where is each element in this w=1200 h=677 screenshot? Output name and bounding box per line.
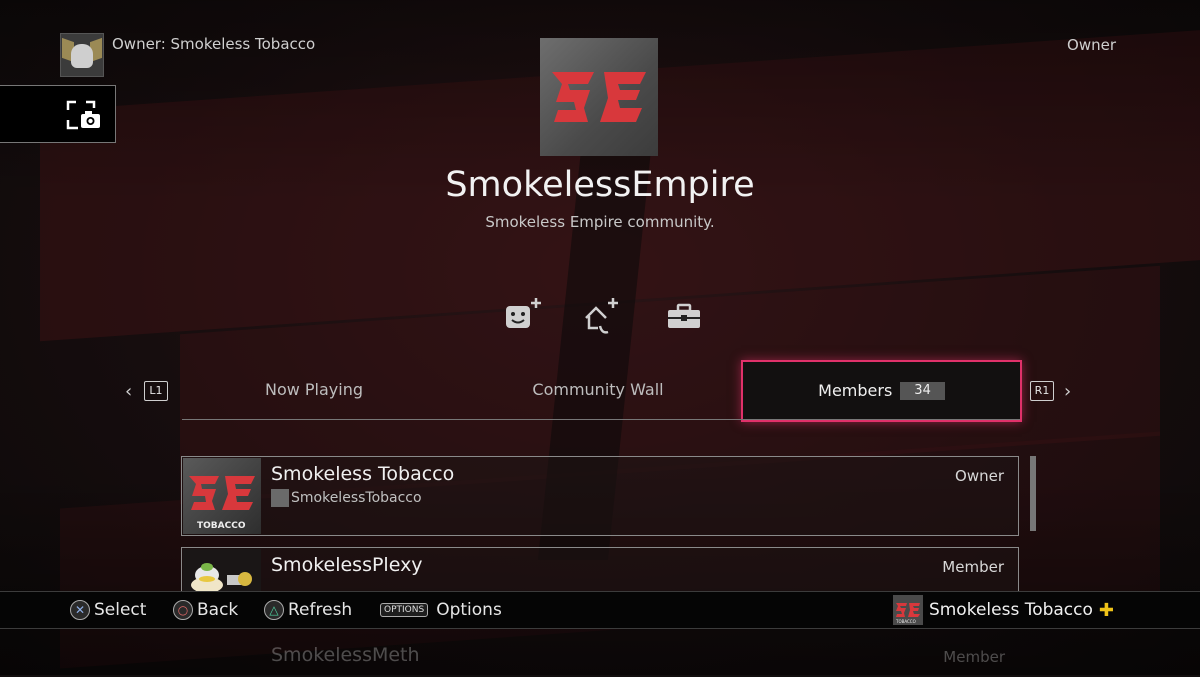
circle-button-icon: ○ bbox=[173, 600, 193, 620]
join-community-button[interactable] bbox=[500, 296, 544, 340]
tab-members-label: Members bbox=[818, 381, 893, 400]
cross-button-icon: ✕ bbox=[70, 600, 90, 620]
triangle-button-icon: △ bbox=[264, 600, 284, 620]
member-avatar: TOBACCO bbox=[183, 458, 261, 534]
member-name: SmokelessPlexy bbox=[271, 554, 423, 576]
back-hint[interactable]: ○ Back bbox=[173, 592, 238, 628]
select-label: Select bbox=[94, 600, 147, 620]
tab-members[interactable]: Members 34 bbox=[741, 360, 1022, 422]
refresh-label: Refresh bbox=[288, 600, 353, 620]
options-label: Options bbox=[436, 600, 502, 620]
options-hint[interactable]: OPTIONS Options bbox=[380, 592, 502, 628]
owner-info: Owner: Smokeless Tobacco bbox=[60, 33, 315, 77]
members-count-badge: 34 bbox=[900, 381, 945, 400]
member-name: Smokeless Tobacco bbox=[271, 463, 455, 485]
thumb-caption: TOBACCO bbox=[197, 521, 246, 531]
camera-frame-icon bbox=[66, 100, 100, 130]
list-item[interactable]: SmokelessMeth Member bbox=[181, 632, 1019, 677]
community-settings-button[interactable] bbox=[662, 296, 706, 340]
member-role: Member bbox=[942, 558, 1004, 576]
community-actions bbox=[500, 296, 710, 340]
toolbox-icon bbox=[668, 303, 700, 328]
owner-avatar bbox=[60, 33, 104, 77]
current-user-thumb-caption: TOBACCO bbox=[895, 619, 916, 624]
smokeless-empire-logo bbox=[552, 72, 646, 122]
r1-key-icon: R1 bbox=[1030, 381, 1054, 401]
options-key-icon: OPTIONS bbox=[380, 603, 429, 617]
chevron-left-icon[interactable]: ‹ bbox=[125, 381, 132, 402]
home-add-icon bbox=[585, 298, 618, 334]
tab-now-playing[interactable]: Now Playing bbox=[182, 360, 446, 420]
face-add-icon bbox=[506, 298, 541, 328]
tab-bar: ‹ L1 Now Playing Community Wall Members 3… bbox=[120, 360, 1080, 422]
l1-key-icon: L1 bbox=[144, 381, 168, 401]
current-user-name: Smokeless Tobacco bbox=[928, 600, 1093, 620]
refresh-hint[interactable]: △ Refresh bbox=[264, 592, 352, 628]
scrollbar[interactable] bbox=[1030, 456, 1036, 531]
invite-button[interactable] bbox=[580, 296, 624, 340]
select-hint[interactable]: ✕ Select bbox=[70, 592, 146, 628]
my-role: Owner bbox=[1067, 36, 1116, 54]
member-role: Member bbox=[943, 648, 1005, 666]
list-item[interactable]: TOBACCO Smokeless Tobacco SmokelessTobac… bbox=[181, 456, 1019, 536]
member-role: Owner bbox=[955, 467, 1004, 485]
chevron-right-icon[interactable]: › bbox=[1064, 381, 1071, 402]
current-user-avatar: TOBACCO bbox=[892, 595, 923, 625]
tab-community-wall[interactable]: Community Wall bbox=[456, 360, 740, 420]
community-image bbox=[540, 38, 658, 156]
mini-avatar bbox=[271, 489, 289, 507]
change-cover-image-button[interactable] bbox=[0, 85, 116, 143]
back-label: Back bbox=[197, 600, 239, 620]
current-user: TOBACCO Smokeless Tobacco ✚ bbox=[892, 592, 1114, 628]
community-name: SmokelessEmpire bbox=[445, 165, 755, 205]
bottom-hint-bar: ✕ Select ○ Back △ Refresh OPTIONS Option… bbox=[0, 591, 1200, 629]
community-description: Smokeless Empire community. bbox=[485, 213, 715, 231]
playstation-plus-icon: ✚ bbox=[1098, 599, 1114, 621]
owner-label: Owner: Smokeless Tobacco bbox=[112, 35, 316, 53]
member-psn-id: SmokelessTobacco bbox=[291, 490, 422, 506]
member-name: SmokelessMeth bbox=[271, 644, 420, 666]
member-id: SmokelessTobacco bbox=[271, 489, 422, 507]
